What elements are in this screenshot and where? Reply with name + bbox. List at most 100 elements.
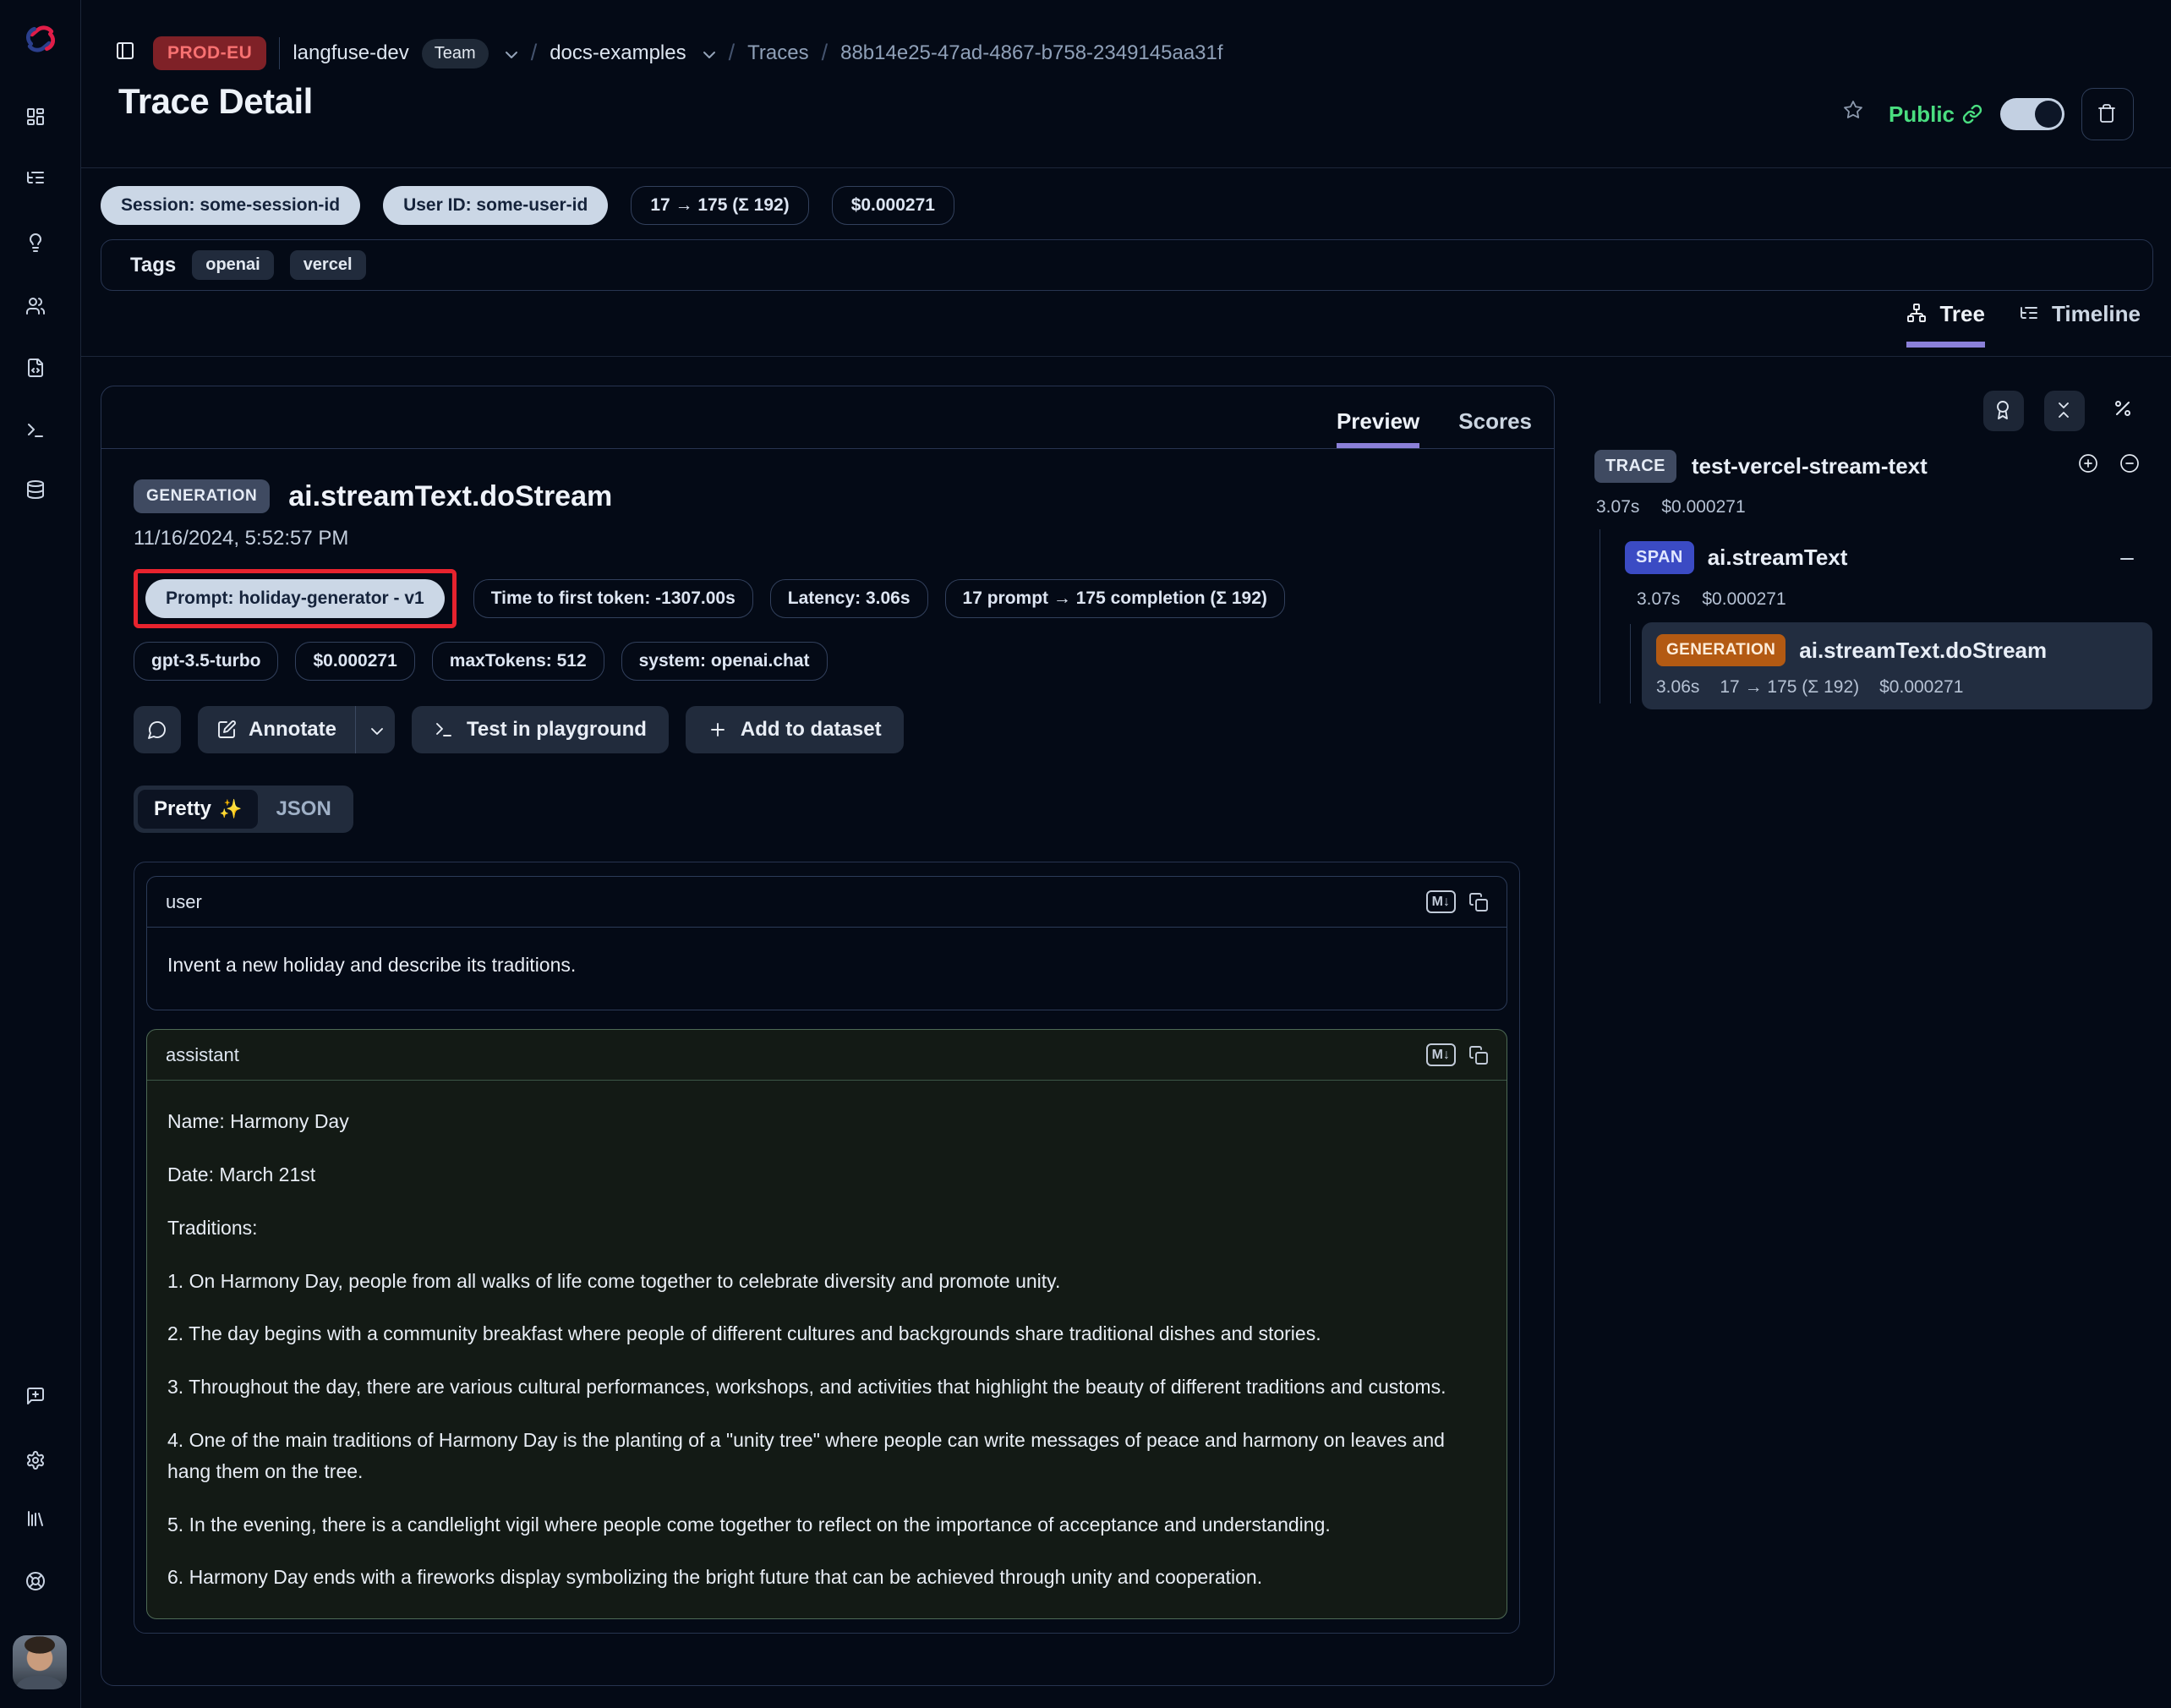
span-type-badge: SPAN [1625, 541, 1694, 574]
tab-scores[interactable]: Scores [1458, 408, 1532, 448]
trace-type-badge: TRACE [1594, 450, 1676, 483]
generation-metrics: 3.06s 17 → 175 (Σ 192) $0.000271 [1656, 677, 2138, 698]
nav-users-icon[interactable] [25, 296, 56, 326]
delete-trace-button[interactable] [2081, 88, 2134, 140]
collapse-tree-icon[interactable] [2119, 453, 2146, 479]
breadcrumb-section[interactable]: Traces [747, 41, 808, 65]
markdown-toggle-icon[interactable]: M↓ [1426, 890, 1456, 913]
assistant-paragraph: 5. In the evening, there is a candleligh… [167, 1509, 1486, 1541]
trace-cost: $0.000271 [1661, 497, 1745, 517]
session-badge[interactable]: Session: some-session-id [101, 186, 360, 225]
breadcrumb-project[interactable]: docs-examples [550, 41, 686, 65]
annotate-label: Annotate [249, 718, 336, 742]
assistant-paragraph: Name: Harmony Day [167, 1106, 1486, 1137]
format-pretty-tab[interactable]: Pretty ✨ [138, 790, 258, 829]
user-message-tools: M↓ [1426, 890, 1488, 913]
collapse-span-icon[interactable] [2117, 549, 2139, 571]
environment-badge[interactable]: PROD-EU [153, 36, 266, 70]
nav-evaluation-icon[interactable] [25, 358, 56, 388]
user-id-badge[interactable]: User ID: some-user-id [383, 186, 608, 225]
test-in-playground-button[interactable]: Test in playground [412, 706, 669, 753]
tab-timeline[interactable]: Timeline [2019, 301, 2141, 348]
breadcrumb-trace-id: 88b14e25-47ad-4867-b758-2349145aa31f [840, 41, 1222, 65]
sidebar-toggle-icon[interactable] [115, 41, 140, 66]
tag-openai[interactable]: openai [192, 250, 273, 280]
observation-timestamp: 11/16/2024, 5:52:57 PM [134, 527, 1520, 550]
nav-prompts-icon[interactable] [25, 233, 56, 263]
highlight-annotation-box: Prompt: holiday-generator - v1 [134, 569, 457, 628]
span-cost: $0.000271 [1702, 589, 1785, 610]
panel-tabs: Preview Scores [101, 386, 1554, 449]
user-message-header: user M↓ [147, 877, 1507, 928]
sparkles-icon: ✨ [219, 798, 242, 820]
scores-award-button[interactable] [1983, 391, 2024, 431]
page-title: Trace Detail [118, 81, 313, 122]
nav-support-icon[interactable] [25, 1571, 56, 1601]
nav-dashboard-icon[interactable] [25, 107, 56, 137]
user-message-content: Invent a new holiday and describe its tr… [147, 928, 1507, 1010]
tree-toolbar [1983, 391, 2146, 431]
assistant-role-label: assistant [166, 1044, 239, 1066]
observation-panel: Preview Scores GENERATION ai.streamText.… [101, 386, 1555, 1686]
header-divider [81, 167, 2171, 168]
copy-icon[interactable] [1468, 1045, 1488, 1065]
assistant-paragraph: 3. Throughout the day, there are various… [167, 1371, 1486, 1403]
trace-metrics: 3.07s $0.000271 [1596, 497, 1746, 517]
collapse-all-button[interactable] [2044, 391, 2085, 431]
generation-cost: $0.000271 [1879, 677, 1963, 698]
system-badge: system: openai.chat [621, 642, 828, 681]
format-json-tab[interactable]: JSON [258, 790, 348, 829]
tab-preview[interactable]: Preview [1337, 408, 1419, 448]
observation-badges-row2: gpt-3.5-turbo $0.000271 maxTokens: 512 s… [134, 642, 1520, 681]
generation-row: GENERATION ai.streamText.doStream [1656, 634, 2138, 666]
observation-cost-badge: $0.000271 [295, 642, 414, 681]
org-role-badge: Team [422, 39, 489, 68]
annotate-split-button: Annotate [198, 706, 395, 753]
metrics-percent-button[interactable] [2105, 391, 2146, 431]
bookmark-star-icon[interactable] [1843, 100, 1872, 129]
tree-node-generation-selected[interactable]: GENERATION ai.streamText.doStream 3.06s … [1642, 622, 2152, 709]
tree-node-span[interactable]: SPAN ai.streamText [1625, 541, 1847, 574]
nav-settings-icon[interactable] [25, 1450, 56, 1481]
comment-button[interactable] [134, 706, 181, 753]
award-icon [1993, 400, 2015, 422]
breadcrumb-slash: / [822, 40, 828, 66]
assistant-message-tools: M↓ [1426, 1043, 1488, 1066]
toggle-knob [2035, 101, 2062, 128]
user-role-label: user [166, 891, 202, 913]
percent-icon [2113, 398, 2138, 424]
prompt-badge[interactable]: Prompt: holiday-generator - v1 [145, 579, 445, 618]
annotate-button[interactable]: Annotate [198, 706, 355, 753]
copy-icon[interactable] [1468, 892, 1488, 911]
add-to-dataset-label: Add to dataset [741, 718, 882, 742]
langfuse-logo-icon[interactable] [22, 20, 59, 57]
expand-all-icon[interactable] [2078, 453, 2104, 479]
public-share-link[interactable]: Public [1889, 101, 1983, 128]
annotate-dropdown-button[interactable] [356, 706, 395, 753]
observation-type-badge: GENERATION [134, 479, 270, 513]
comment-icon [147, 720, 168, 741]
timeline-icon [2019, 303, 2042, 326]
nav-docs-icon[interactable] [25, 1508, 56, 1539]
tree-node-trace[interactable]: TRACE test-vercel-stream-text [1594, 450, 2146, 483]
markdown-toggle-icon[interactable]: M↓ [1426, 1043, 1456, 1066]
chevron-down-icon [367, 721, 384, 738]
tag-vercel[interactable]: vercel [290, 250, 366, 280]
breadcrumb-org[interactable]: langfuse-dev [293, 41, 408, 65]
tab-timeline-label: Timeline [2052, 301, 2141, 327]
generation-latency: 3.06s [1656, 677, 1699, 698]
add-to-dataset-button[interactable]: Add to dataset [686, 706, 904, 753]
nav-datasets-icon[interactable] [25, 479, 56, 510]
public-toggle[interactable] [2000, 98, 2064, 130]
assistant-paragraph: Date: March 21st [167, 1159, 1486, 1191]
assistant-paragraph: 6. Harmony Day ends with a fireworks dis… [167, 1562, 1486, 1593]
nav-playground-icon[interactable] [25, 420, 56, 451]
assistant-message-content: Name: Harmony Day Date: March 21st Tradi… [147, 1081, 1507, 1618]
project-chevron-down-icon[interactable] [699, 45, 716, 62]
model-badge[interactable]: gpt-3.5-turbo [134, 642, 278, 681]
nav-tracing-icon[interactable] [25, 167, 56, 198]
user-avatar[interactable] [13, 1635, 67, 1689]
org-chevron-down-icon[interactable] [501, 45, 518, 62]
nav-feedback-icon[interactable] [25, 1386, 56, 1416]
tab-tree[interactable]: Tree [1906, 301, 1985, 348]
